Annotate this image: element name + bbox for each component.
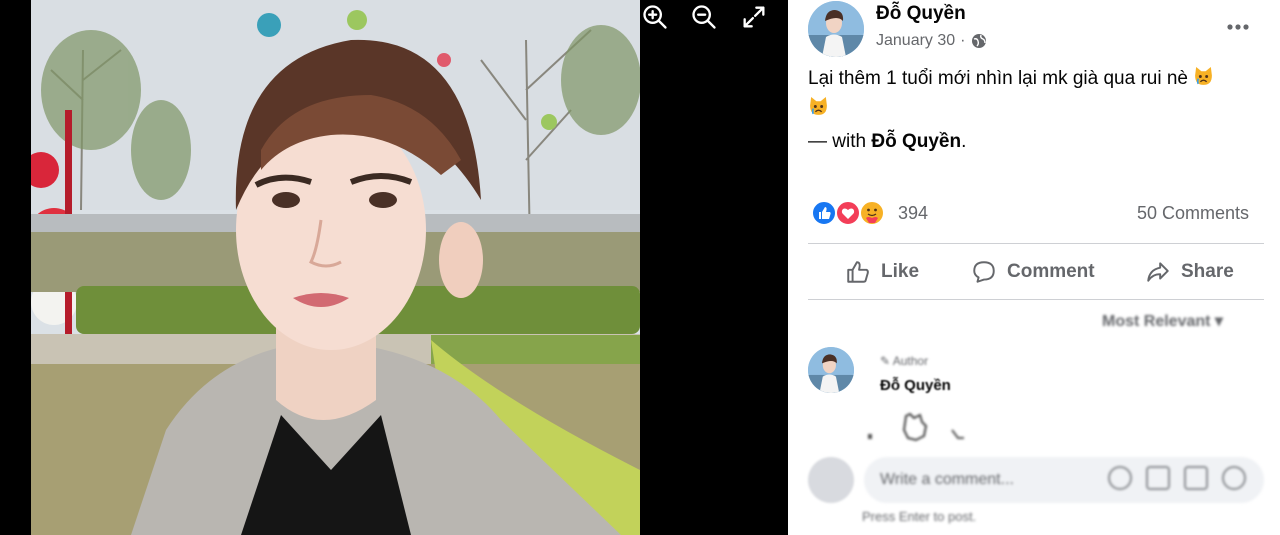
comment-input-placeholder: Write a comment... — [880, 471, 1014, 488]
avatar-image — [808, 1, 864, 57]
care-reaction-icon — [859, 200, 885, 226]
with-suffix: . — [961, 131, 967, 152]
fullscreen-icon — [743, 6, 765, 28]
caption-text: Lại thêm 1 tuổi mới nhìn lại mk già qua … — [808, 68, 1188, 89]
post-photo — [31, 0, 640, 535]
author-badge-label: Author — [892, 354, 929, 368]
emoji-icon[interactable] — [1108, 466, 1132, 490]
comment-button[interactable]: Comment — [971, 252, 1095, 292]
gif-icon[interactable] — [1184, 466, 1208, 490]
author-badge: ✎ Author — [880, 354, 928, 368]
like-button[interactable]: Like — [845, 252, 919, 292]
author-avatar[interactable] — [808, 1, 864, 57]
fullscreen-button[interactable] — [736, 0, 772, 34]
sort-label: Most Relevant — [1102, 313, 1211, 330]
photo-viewer — [0, 0, 788, 535]
with-prefix: — with — [808, 131, 867, 152]
comment-label: Comment — [1007, 261, 1095, 282]
comments-count-link[interactable]: 50 Comments — [1137, 203, 1249, 224]
commenter-name[interactable]: Đỗ Quyền — [880, 377, 951, 394]
share-label: Share — [1181, 261, 1234, 282]
selfie-photo — [31, 0, 640, 535]
chevron-down-icon: ▾ — [1214, 313, 1223, 330]
zoom-in-button[interactable] — [637, 0, 673, 34]
crying-cat-emoji-icon — [1195, 67, 1213, 85]
author-name[interactable]: Đỗ Quyền — [876, 3, 966, 25]
sticker-icon[interactable] — [1222, 466, 1246, 490]
post-viewer: Đỗ Quyền January 30 · Lại thêm 1 tuổi mớ… — [0, 0, 1280, 535]
globe-icon[interactable] — [971, 33, 987, 49]
meta-separator: · — [960, 32, 966, 49]
actions-bottom-divider — [808, 299, 1264, 300]
current-user-avatar — [808, 457, 854, 503]
share-arrow-icon — [1147, 262, 1169, 282]
reaction-count[interactable]: 394 — [898, 203, 928, 224]
crying-cat-emoji-icon — [810, 97, 827, 115]
pen-icon: ✎ — [880, 354, 891, 368]
zoom-in-icon — [643, 5, 667, 29]
comment-bubble-icon — [973, 261, 995, 283]
zoom-out-icon — [692, 5, 716, 29]
commenter-avatar[interactable] — [808, 347, 854, 393]
comment-sort-dropdown[interactable]: Most Relevant ▾ — [1102, 311, 1223, 331]
more-options-button[interactable] — [1221, 12, 1255, 42]
post-meta: January 30 · — [876, 32, 987, 50]
like-label: Like — [881, 261, 920, 282]
camera-icon[interactable] — [1146, 466, 1170, 490]
more-icon — [1227, 24, 1249, 30]
post-date[interactable]: January 30 — [876, 32, 955, 50]
share-button[interactable]: Share — [1145, 252, 1234, 292]
tagged-with-line: — with Đỗ Quyền. — [808, 128, 966, 156]
reactions-summary[interactable] — [810, 199, 885, 227]
thumbs-up-icon — [847, 261, 869, 283]
zoom-out-button[interactable] — [686, 0, 722, 34]
tagged-person-link[interactable]: Đỗ Quyền — [871, 131, 961, 152]
actions-top-divider — [808, 243, 1264, 244]
comment-input-tools — [1108, 466, 1246, 490]
comment-input-hint: Press Enter to post. — [862, 509, 977, 524]
comment-sticker-content — [868, 412, 964, 442]
post-caption: Lại thêm 1 tuổi mới nhìn lại mk già qua … — [808, 64, 1260, 124]
commenter-avatar-image — [808, 347, 854, 393]
